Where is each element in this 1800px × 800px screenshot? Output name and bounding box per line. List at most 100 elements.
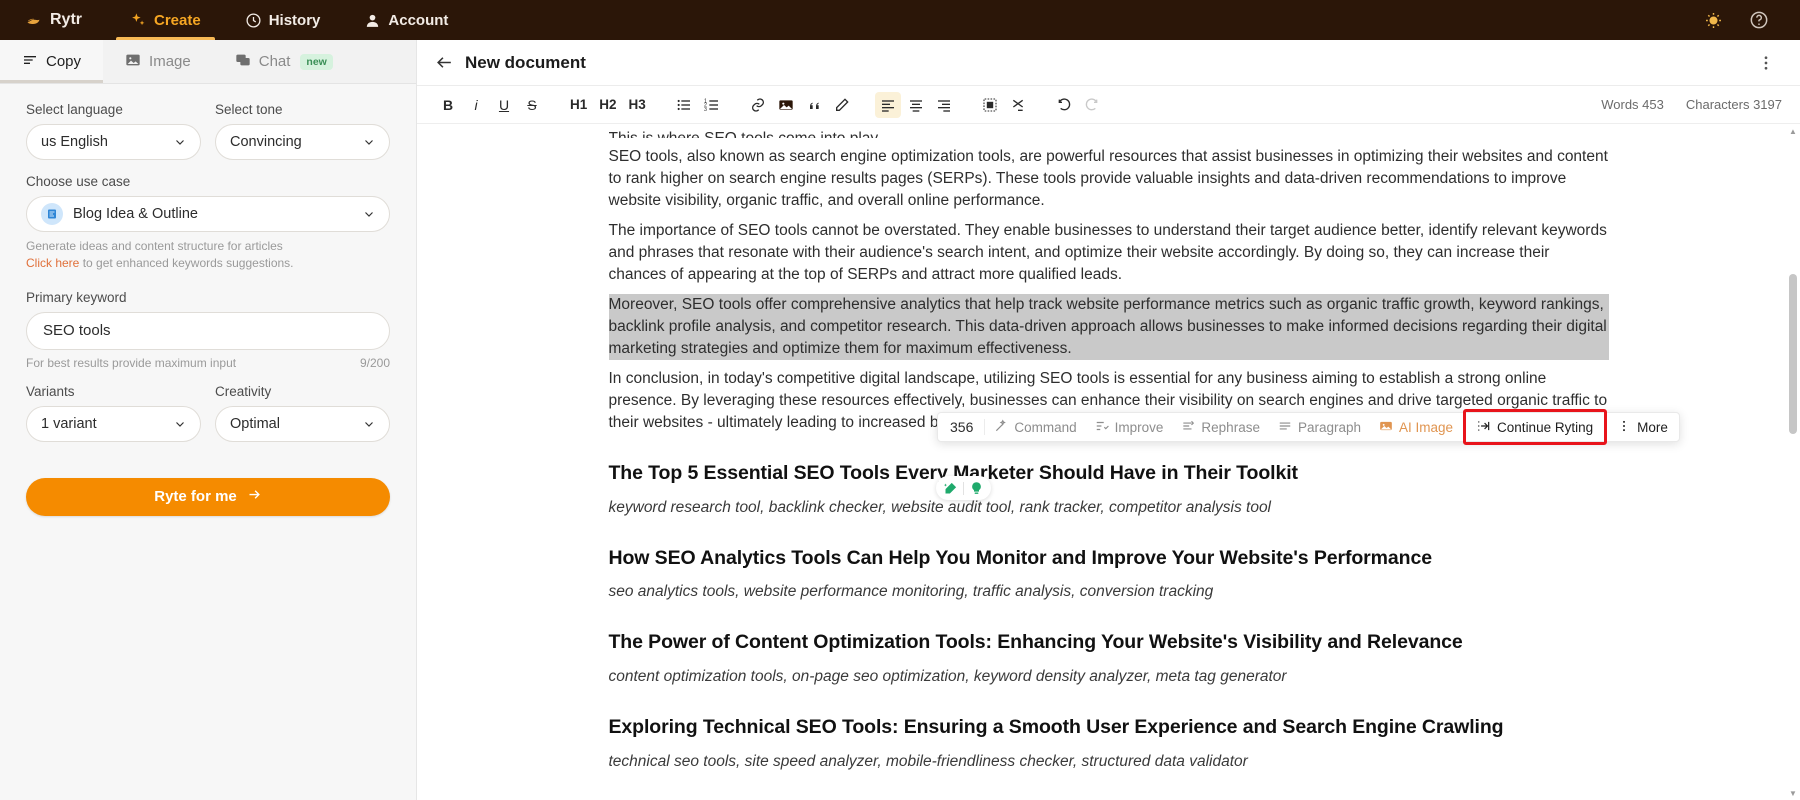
outline-keywords-3: content optimization tools, on-page seo … xyxy=(609,666,1609,688)
ai-image-button[interactable]: AI Image xyxy=(1370,413,1462,441)
svg-text:3: 3 xyxy=(704,107,707,113)
creativity-value: Optimal xyxy=(230,416,363,432)
arrow-left-icon[interactable] xyxy=(431,50,457,76)
align-right-icon[interactable] xyxy=(931,92,957,118)
strikethrough-button[interactable]: S xyxy=(519,92,545,118)
selected-paragraph[interactable]: Moreover, SEO tools offer comprehensive … xyxy=(609,294,1609,360)
outline-heading-1: The Top 5 Essential SEO Tools Every Mark… xyxy=(609,460,1609,488)
tab-copy-label: Copy xyxy=(46,53,81,70)
redo-icon[interactable] xyxy=(1079,92,1105,118)
lines-icon xyxy=(22,52,38,72)
use-case-field: Choose use case Blog Idea & Outline Gene… xyxy=(26,174,390,272)
nav-item-history[interactable]: History xyxy=(223,0,343,40)
enhanced-keywords-rest: to get enhanced keywords suggestions. xyxy=(79,256,293,270)
more-vertical-icon xyxy=(1617,419,1631,436)
heading2-button[interactable]: H2 xyxy=(594,92,621,118)
ai-rephrase-button[interactable]: Rephrase xyxy=(1172,413,1269,441)
use-case-label: Choose use case xyxy=(26,174,390,189)
pen-icon[interactable] xyxy=(829,92,855,118)
quote-icon[interactable] xyxy=(801,92,827,118)
scrollbar-thumb[interactable] xyxy=(1789,274,1797,434)
editor-toolbar: B i U S H1 H2 H3 123 xyxy=(417,86,1800,124)
heading1-button[interactable]: H1 xyxy=(565,92,592,118)
left-sidebar: Copy Image Chat new xyxy=(0,40,417,800)
ryte-for-me-button[interactable]: Ryte for me xyxy=(26,478,390,516)
numbered-list-icon[interactable]: 123 xyxy=(699,92,725,118)
lightbulb-icon[interactable] xyxy=(968,480,985,497)
nav-label-history: History xyxy=(269,12,321,29)
primary-keyword-meta: For best results provide maximum input 9… xyxy=(26,356,390,370)
chevron-down-icon xyxy=(363,208,375,220)
paragraph-icon xyxy=(1278,419,1292,436)
nav-label-account: Account xyxy=(388,12,448,29)
theme-toggle-icon[interactable] xyxy=(1700,7,1726,33)
outline-keywords-4: technical seo tools, site speed analyzer… xyxy=(609,751,1609,773)
tone-select[interactable]: Convincing xyxy=(215,124,390,160)
underline-button[interactable]: U xyxy=(491,92,517,118)
mode-tabs: Copy Image Chat new xyxy=(0,40,416,84)
align-center-icon[interactable] xyxy=(903,92,929,118)
tone-field: Select tone Convincing xyxy=(215,102,390,160)
clear-format-icon[interactable] xyxy=(1005,92,1031,118)
person-icon xyxy=(364,12,381,29)
app-body: Copy Image Chat new xyxy=(0,40,1800,800)
heading3-button[interactable]: H3 xyxy=(624,92,651,118)
help-icon[interactable] xyxy=(1746,7,1772,33)
sparkle-icon xyxy=(130,12,147,29)
improve-icon xyxy=(1095,419,1109,436)
tab-chat[interactable]: Chat new xyxy=(213,40,355,83)
bullet-list-icon[interactable] xyxy=(671,92,697,118)
link-icon[interactable] xyxy=(745,92,771,118)
language-value: us English xyxy=(41,134,174,150)
nav-item-rytr[interactable]: Rytr xyxy=(18,0,108,40)
creativity-select[interactable]: Optimal xyxy=(215,406,390,442)
document-content[interactable]: This is where SEO tools come into play. … xyxy=(609,124,1609,773)
ai-image-label: AI Image xyxy=(1399,420,1453,435)
ai-improve-button[interactable]: Improve xyxy=(1086,413,1173,441)
variants-select[interactable]: 1 variant xyxy=(26,406,201,442)
nav-label-create: Create xyxy=(154,12,201,29)
continue-ryting-button[interactable]: Continue Ryting xyxy=(1468,413,1602,441)
use-case-select[interactable]: Blog Idea & Outline xyxy=(26,196,390,232)
outline-heading-4: Exploring Technical SEO Tools: Ensuring … xyxy=(609,714,1609,742)
scroll-up-arrow-icon[interactable]: ▲ xyxy=(1789,126,1797,136)
chevron-down-icon xyxy=(174,418,186,430)
align-left-icon[interactable] xyxy=(875,92,901,118)
magic-pencil-icon[interactable] xyxy=(942,480,959,497)
ai-more-button[interactable]: More xyxy=(1608,413,1677,441)
tab-image[interactable]: Image xyxy=(103,40,213,83)
nav-item-create[interactable]: Create xyxy=(108,0,223,40)
document-scrollbar[interactable]: ▲ ▼ xyxy=(1789,124,1797,800)
ai-more-label: More xyxy=(1637,420,1668,435)
undo-icon[interactable] xyxy=(1051,92,1077,118)
arrow-right-icon xyxy=(247,487,262,506)
paragraph-2: The importance of SEO tools cannot be ov… xyxy=(609,220,1609,286)
language-select[interactable]: us English xyxy=(26,124,201,160)
primary-keyword-hint: For best results provide maximum input xyxy=(26,356,236,370)
ai-image-icon xyxy=(1379,419,1393,436)
ai-command-button[interactable]: Command xyxy=(985,413,1085,441)
image-icon[interactable] xyxy=(773,92,799,118)
creativity-field: Creativity Optimal xyxy=(215,384,390,442)
insert-block-icon[interactable] xyxy=(977,92,1003,118)
ai-paragraph-label: Paragraph xyxy=(1298,420,1361,435)
paragraph-1: SEO tools, also known as search engine o… xyxy=(609,146,1609,212)
italic-button[interactable]: i xyxy=(463,92,489,118)
more-vertical-icon[interactable] xyxy=(1754,51,1778,75)
top-nav-right-actions xyxy=(1700,7,1782,33)
ai-floating-toolbar: 356 Command Improve xyxy=(937,412,1680,442)
tab-image-label: Image xyxy=(149,53,191,70)
character-count: Characters 3197 xyxy=(1686,97,1782,112)
ai-rephrase-label: Rephrase xyxy=(1201,420,1260,435)
primary-keyword-input[interactable]: SEO tools xyxy=(26,312,390,350)
tab-copy[interactable]: Copy xyxy=(0,40,103,83)
ai-paragraph-button[interactable]: Paragraph xyxy=(1269,413,1370,441)
chat-icon xyxy=(235,52,251,72)
enhanced-keywords-link[interactable]: Click here xyxy=(26,256,79,270)
document-page: This is where SEO tools come into play. … xyxy=(609,124,1609,800)
creativity-label: Creativity xyxy=(215,384,390,399)
nav-item-account[interactable]: Account xyxy=(342,0,470,40)
scroll-down-arrow-icon[interactable]: ▼ xyxy=(1789,788,1797,798)
document-canvas[interactable]: This is where SEO tools come into play. … xyxy=(417,124,1800,800)
bold-button[interactable]: B xyxy=(435,92,461,118)
